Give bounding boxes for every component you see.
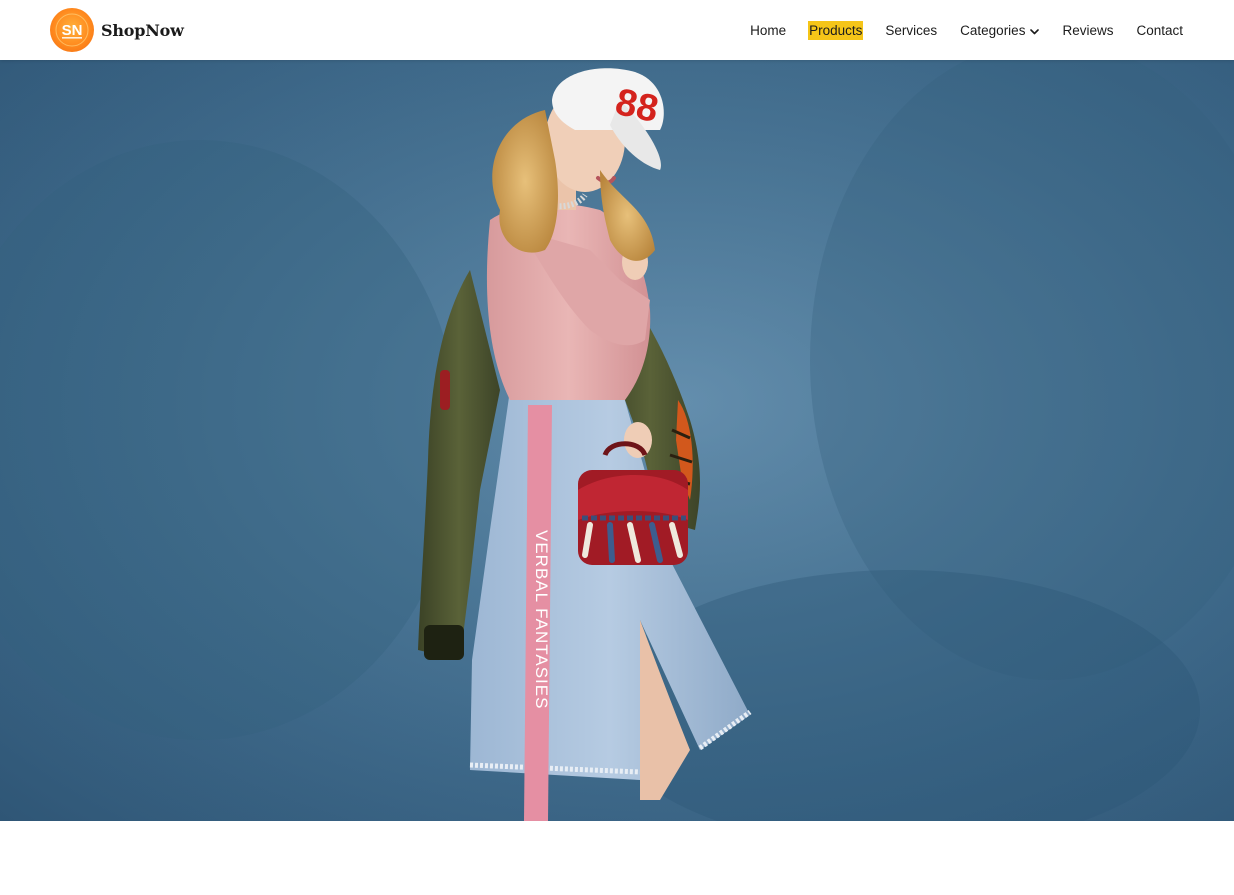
- nav-categories-label: Categories: [960, 22, 1026, 38]
- nav-home-label: Home: [750, 22, 787, 38]
- chevron-down-icon: [1030, 23, 1040, 38]
- nav-categories-dropdown[interactable]: Categories: [959, 21, 1040, 40]
- logo-icon: SN: [50, 8, 94, 52]
- content-area: [0, 821, 1234, 895]
- hero-banner: VERBAL FANTASIES 88: [0, 60, 1234, 821]
- brand-logo-link[interactable]: SN ShopNow: [50, 7, 184, 53]
- hero-image: VERBAL FANTASIES 88: [0, 60, 1234, 821]
- skirt-stripe-text: VERBAL FANTASIES: [532, 530, 551, 709]
- nav-reviews[interactable]: Reviews: [1061, 21, 1114, 40]
- site-header: SN ShopNow Home Products Services Catego…: [0, 0, 1234, 60]
- nav-reviews-label: Reviews: [1062, 22, 1114, 38]
- main-nav: Home Products Services Categories Review…: [749, 0, 1184, 60]
- nav-products[interactable]: Products: [808, 20, 864, 40]
- nav-services[interactable]: Services: [884, 21, 938, 40]
- nav-products-label: Products: [809, 22, 863, 38]
- cap-text: 88: [612, 81, 662, 131]
- nav-services-label: Services: [885, 22, 938, 38]
- nav-contact-label: Contact: [1136, 22, 1183, 38]
- logo-text: SN: [62, 22, 83, 39]
- nav-home[interactable]: Home: [749, 21, 787, 40]
- brand-name: ShopNow: [101, 20, 184, 40]
- nav-contact[interactable]: Contact: [1135, 21, 1184, 40]
